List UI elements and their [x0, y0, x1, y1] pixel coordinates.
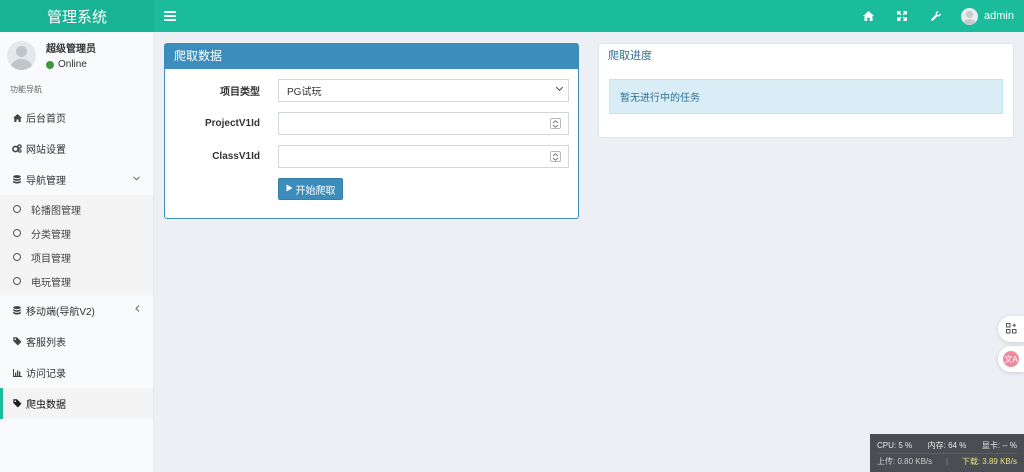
sidebar-subitem-category[interactable]: 分类管理	[0, 221, 153, 245]
project-v1-row: ProjectV1Id	[165, 112, 260, 135]
fullscreen-icon[interactable]	[885, 0, 919, 32]
system-stats-widget: CPU: 5 % 内存: 64 % 显卡: -- % 上传: 0.80 KB/s…	[870, 434, 1024, 472]
chevron-left-icon	[135, 304, 140, 314]
user-menu[interactable]: admin	[953, 0, 1024, 32]
translate-icon: 文A	[1003, 351, 1019, 367]
circle-icon	[13, 253, 21, 261]
sidebar-item-label: 后台首页	[26, 114, 66, 125]
upload-speed: 上传: 0.80 KB/s	[877, 456, 933, 466]
chevron-down-icon	[133, 173, 140, 183]
online-status: Online	[46, 59, 96, 70]
sidebar-item-label: 爬虫数据	[26, 400, 66, 411]
separator: |	[945, 456, 949, 466]
class-v1-row: ClassV1Id	[165, 145, 260, 168]
sidebar-item-dashboard[interactable]: 后台首页	[0, 102, 153, 133]
sidebar-subitem-label: 项目管理	[31, 253, 71, 265]
sidebar-subitem-label: 分类管理	[31, 229, 71, 241]
sidebar-item-label: 导航管理	[26, 176, 66, 187]
project-type-row: 项目类型	[165, 79, 260, 102]
panel-title: 爬取进度	[608, 50, 652, 62]
status-label: Online	[58, 59, 87, 70]
user-role: 超级管理员	[46, 44, 96, 55]
project-v1-label: ProjectV1Id	[204, 118, 260, 129]
tags-icon	[12, 399, 22, 408]
start-crawl-label: 开始爬取	[295, 185, 336, 197]
sidebar-item-mobile-nav[interactable]: 移动端(导航V2)	[0, 295, 153, 326]
tags-icon	[12, 337, 22, 346]
crawl-progress-panel: 爬取进度 暂无进行中的任务	[598, 43, 1014, 138]
avatar	[7, 40, 36, 70]
sidebar: 超级管理员 Online 功能导航 后台首页 网站设置 导航管理 轮播图管理 分…	[0, 32, 154, 472]
circle-icon	[13, 205, 21, 213]
status-dot-icon	[46, 60, 54, 69]
circle-icon	[13, 277, 21, 285]
home-icon[interactable]	[851, 0, 885, 32]
sidebar-item-nav-management[interactable]: 导航管理	[0, 164, 153, 195]
translate-button[interactable]: 文A	[998, 346, 1024, 372]
database-icon	[12, 175, 22, 184]
database-icon	[12, 306, 22, 315]
home-icon	[12, 113, 22, 122]
user-panel: 超级管理员 Online	[0, 32, 153, 78]
chevron-down-icon	[555, 83, 564, 92]
top-right-toolbar: admin	[851, 0, 1024, 32]
bar-chart-icon	[12, 368, 22, 377]
sidebar-item-visit-log[interactable]: 访问记录	[0, 357, 153, 388]
sidebar-subitem-label: 电玩管理	[31, 277, 71, 289]
sidebar-toggle-icon[interactable]	[164, 10, 176, 22]
alert-message: 暂无进行中的任务	[620, 93, 700, 104]
sidebar-item-label: 移动端(导航V2)	[26, 307, 95, 318]
cpu-usage: CPU: 5 %	[877, 441, 913, 450]
nav-management-submenu: 轮播图管理 分类管理 项目管理 电玩管理	[0, 195, 153, 295]
project-v1-input[interactable]	[278, 112, 569, 135]
circle-icon	[13, 229, 21, 237]
memory-usage: 内存: 64 %	[927, 441, 967, 450]
top-navbar: 管理系统 admin	[0, 0, 1024, 32]
download-speed: 下载: 3.89 KB/s	[961, 456, 1017, 466]
qr-grid-button[interactable]	[998, 316, 1024, 342]
wrench-icon[interactable]	[919, 0, 953, 32]
number-spinner-icon[interactable]	[550, 151, 561, 162]
play-icon	[286, 184, 293, 195]
sidebar-item-crawler-data[interactable]: 爬虫数据	[0, 388, 153, 419]
start-crawl-button[interactable]: 开始爬取	[278, 178, 343, 200]
sidebar-item-label: 网站设置	[26, 145, 66, 156]
grid-add-icon	[1005, 322, 1017, 336]
number-spinner-icon[interactable]	[550, 118, 561, 129]
nav-header: 功能导航	[10, 85, 42, 94]
crawl-data-panel: 爬取数据 项目类型 PG试玩 ProjectV1Id ClassV1Id 开始爬…	[164, 43, 579, 219]
sidebar-subitem-carousel[interactable]: 轮播图管理	[0, 197, 153, 221]
sidebar-item-label: 访问记录	[26, 369, 66, 380]
sidebar-subitem-project[interactable]: 项目管理	[0, 245, 153, 269]
project-type-label: 项目类型	[220, 87, 260, 98]
sidebar-subitem-label: 轮播图管理	[31, 205, 81, 217]
panel-title: 爬取数据	[165, 44, 578, 69]
project-type-value: PG试玩	[287, 87, 322, 98]
gpu-usage: 显卡: -- %	[981, 441, 1017, 450]
project-type-select[interactable]: PG试玩	[278, 79, 569, 102]
brand-logo[interactable]: 管理系统	[0, 0, 154, 32]
no-task-alert: 暂无进行中的任务	[609, 79, 1003, 114]
sidebar-item-label: 客服列表	[26, 338, 66, 349]
cogs-icon	[12, 144, 22, 153]
sidebar-subitem-games[interactable]: 电玩管理	[0, 269, 153, 293]
avatar	[961, 7, 979, 25]
sidebar-item-customer-service[interactable]: 客服列表	[0, 326, 153, 357]
user-name: admin	[984, 10, 1014, 22]
class-v1-label: ClassV1Id	[212, 151, 260, 162]
class-v1-input[interactable]	[278, 145, 569, 168]
sidebar-item-site-settings[interactable]: 网站设置	[0, 133, 153, 164]
